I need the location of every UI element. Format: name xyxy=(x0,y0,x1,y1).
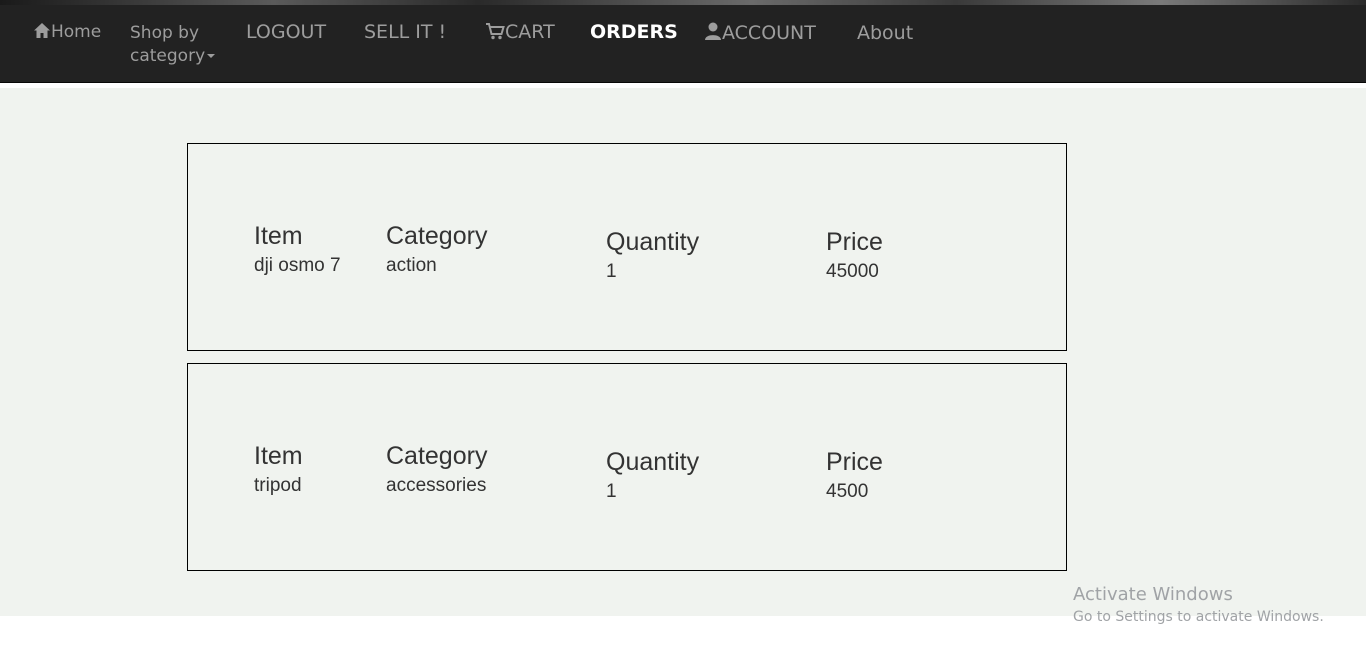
price-value: 4500 xyxy=(826,481,869,502)
caret-down-icon xyxy=(207,54,216,58)
category-column: Category accessories xyxy=(386,441,487,499)
nav-home-label: Home xyxy=(51,22,102,42)
quantity-column: Quantity 1 xyxy=(606,447,699,505)
nav-cart-label: CART xyxy=(505,21,555,43)
item-header: Item xyxy=(254,222,303,250)
nav-orders[interactable]: ORDERS xyxy=(590,21,678,43)
price-header: Price xyxy=(826,228,883,256)
category-column: Category action xyxy=(386,221,487,279)
shopping-cart-icon xyxy=(485,21,505,43)
item-header: Item xyxy=(254,442,303,470)
price-value: 45000 xyxy=(826,261,879,282)
category-value: action xyxy=(386,255,437,276)
user-icon xyxy=(704,22,722,44)
nav-account-label: ACCOUNT xyxy=(722,22,816,44)
nav-account[interactable]: ACCOUNT xyxy=(704,21,816,44)
category-header: Category xyxy=(386,222,488,250)
quantity-value: 1 xyxy=(606,481,617,502)
navbar: Home Shop by category LOGOUT SELL IT ! C… xyxy=(0,0,1366,83)
category-value: accessories xyxy=(386,475,487,496)
nav-cart[interactable]: CART xyxy=(485,21,555,43)
nav-about[interactable]: About xyxy=(857,22,913,44)
nav-shop-label-line2: category xyxy=(130,46,206,66)
watermark-title: Activate Windows xyxy=(1073,584,1233,605)
nav-shop-by-category[interactable]: Shop by category xyxy=(130,22,216,68)
quantity-header: Quantity xyxy=(606,228,700,256)
price-column: Price 45000 xyxy=(826,227,883,285)
price-header: Price xyxy=(826,448,883,476)
orders-content: Item dji osmo 7 Category action Quantity… xyxy=(0,88,1366,616)
nav-logout[interactable]: LOGOUT xyxy=(246,21,326,43)
watermark-subtitle: Go to Settings to activate Windows. xyxy=(1073,609,1324,625)
home-icon xyxy=(33,22,51,42)
order-card: Item tripod Category accessories Quantit… xyxy=(187,363,1067,571)
item-column: Item tripod xyxy=(254,441,303,499)
item-value: tripod xyxy=(254,475,302,496)
quantity-header: Quantity xyxy=(606,448,700,476)
nav-home[interactable]: Home xyxy=(33,22,101,42)
windows-activation-watermark: Activate Windows Go to Settings to activ… xyxy=(1073,584,1324,625)
top-decorative-strip xyxy=(0,0,1366,5)
item-value: dji osmo 7 xyxy=(254,255,341,276)
order-card: Item dji osmo 7 Category action Quantity… xyxy=(187,143,1067,351)
item-column: Item dji osmo 7 xyxy=(254,221,341,279)
nav-sell-it[interactable]: SELL IT ! xyxy=(364,21,446,43)
price-column: Price 4500 xyxy=(826,447,883,505)
quantity-column: Quantity 1 xyxy=(606,227,699,285)
nav-shop-label-line1: Shop by xyxy=(130,23,200,43)
quantity-value: 1 xyxy=(606,261,617,282)
category-header: Category xyxy=(386,442,488,470)
